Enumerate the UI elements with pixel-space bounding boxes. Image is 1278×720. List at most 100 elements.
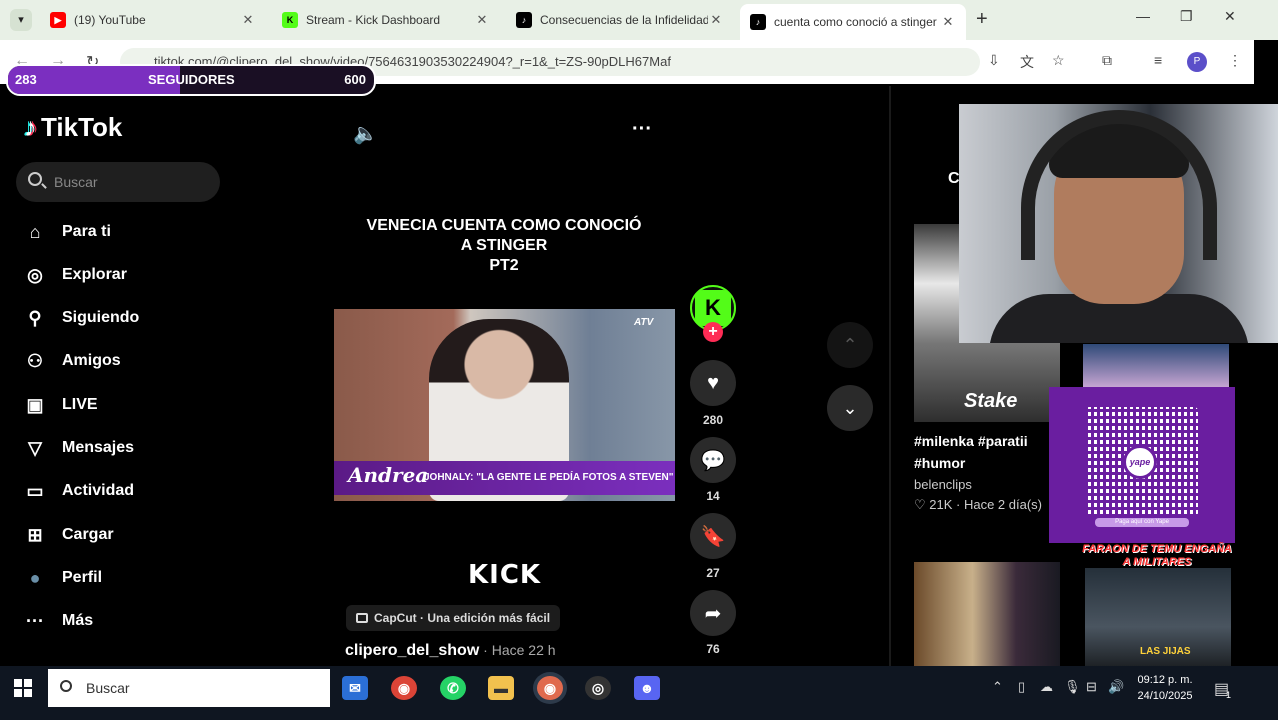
sidebar-item-siguiendo[interactable]: ⚲Siguiendo — [22, 301, 222, 335]
like-button[interactable]: ♥ — [690, 360, 736, 406]
next-video-button[interactable]: ⌄ — [827, 385, 873, 431]
sidebar-item-label: Explorar — [62, 266, 127, 284]
tab-tiktok-infidelidad[interactable]: ♪ Consecuencias de la Infidelidad ✕ — [506, 6, 734, 34]
volume-tray-icon[interactable]: 🔊 — [1108, 679, 1124, 695]
sidebar-item-más[interactable]: ···Más — [22, 604, 222, 638]
notification-count: 1 — [1226, 690, 1231, 700]
microphone-icon[interactable]: 🎙 — [1064, 679, 1081, 695]
close-tab-icon[interactable]: ✕ — [708, 12, 724, 28]
tiktok-search-input[interactable]: Buscar — [16, 162, 220, 202]
comment-count: 14 — [690, 489, 736, 503]
promo-title: FARAON DE TEMU ENGAÑA A MILITARES — [1080, 543, 1234, 569]
tray-app-icon[interactable]: ▯ — [1018, 679, 1025, 695]
extensions-icon[interactable]: ⧉ — [1102, 52, 1112, 69]
chrome-active-icon[interactable]: ◉ — [537, 676, 563, 700]
close-window-icon[interactable]: ✕ — [1224, 8, 1236, 25]
share-button[interactable]: ➦ — [690, 590, 736, 636]
paper-plane-icon: ▽ — [22, 435, 48, 461]
sidebar-item-actividad[interactable]: ▭Actividad — [22, 474, 222, 508]
sidebar-item-label: Actividad — [62, 482, 134, 500]
post-time: · Hace 22 h — [479, 642, 555, 658]
profile-avatar[interactable]: P — [1187, 52, 1207, 72]
feed-thumbnail-room[interactable] — [914, 562, 1060, 666]
taskbar-clock[interactable]: 09:12 p. m. 24/10/2025 — [1130, 672, 1200, 704]
lower-third-caption: JOHNALY: "LA GENTE LE PEDÍA FOTOS A STEV… — [424, 472, 674, 483]
file-explorer-icon[interactable]: ▬ — [488, 676, 514, 700]
tab-youtube[interactable]: ▶ (19) YouTube ✕ — [40, 6, 266, 34]
volume-icon[interactable]: 🔈 — [353, 121, 378, 146]
previous-video-button[interactable]: ⌃ — [827, 322, 873, 368]
install-app-icon[interactable]: ⇩ — [988, 52, 1000, 69]
network-icon[interactable]: ⊟ — [1086, 679, 1097, 695]
tab-title: Stream - Kick Dashboard — [306, 13, 474, 27]
right-feed-header: C — [948, 170, 960, 188]
sidebar-item-label: Amigos — [62, 352, 121, 370]
obs-icon[interactable]: ◎ — [585, 676, 611, 700]
close-tab-icon[interactable]: ✕ — [240, 12, 256, 28]
sidebar-item-perfil[interactable]: ●Perfil — [22, 561, 222, 595]
comment-button[interactable]: 💬 — [690, 437, 736, 483]
video-player[interactable]: ATV Andrea JOHNALY: "LA GENTE LE PEDÍA F… — [334, 309, 675, 501]
tab-title: cuenta como conoció a stinger — [774, 15, 940, 29]
tab-search-button[interactable]: ▾ — [10, 9, 32, 31]
sidebar-item-explorar[interactable]: ◎Explorar — [22, 258, 222, 292]
search-placeholder: Buscar — [54, 174, 98, 190]
video-title-line: A STINGER — [344, 236, 664, 256]
webcam-overlay — [959, 104, 1278, 343]
windows-start-icon[interactable] — [14, 679, 32, 697]
video-author[interactable]: clipero_del_show · Hace 22 h — [345, 642, 556, 660]
close-tab-icon[interactable]: ✕ — [940, 14, 956, 30]
stake-watermark: Stake — [964, 390, 1017, 413]
home-icon: ⌂ — [22, 219, 48, 245]
sidebar-item-cargar[interactable]: ⊞Cargar — [22, 518, 222, 552]
kick-watermark: KICK — [468, 560, 541, 590]
qr-code: yape — [1085, 407, 1198, 517]
more-options-icon[interactable]: ··· — [632, 118, 652, 141]
taskbar-search-placeholder: Buscar — [86, 680, 130, 696]
tab-tiktok-stinger[interactable]: ♪ cuenta como conoció a stinger ✕ — [740, 4, 966, 40]
whatsapp-icon[interactable]: ✆ — [440, 676, 466, 700]
followers-label: SEGUIDORES — [148, 72, 235, 87]
close-tab-icon[interactable]: ✕ — [474, 12, 490, 28]
bookmark-star-icon[interactable]: ☆ — [1052, 52, 1065, 69]
minimize-icon[interactable]: — — [1136, 8, 1150, 24]
yape-pay-label: Paga aquí con Yape — [1095, 518, 1189, 527]
translate-icon[interactable]: 文 — [1020, 52, 1034, 72]
chrome-icon[interactable]: ◉ — [391, 676, 417, 700]
tiktok-logo[interactable]: ♪ TikTok — [24, 112, 122, 143]
tiktok-icon: ♪ — [750, 14, 766, 30]
friends-icon: ⚇ — [22, 348, 48, 374]
new-tab-button[interactable]: + — [976, 8, 988, 31]
follow-plus-button[interactable]: + — [703, 322, 723, 342]
save-button[interactable]: 🔖 — [690, 513, 736, 559]
feed-meta: ♡ 21K · Hace 2 día(s) — [914, 497, 1042, 513]
tab-kick-dashboard[interactable]: K Stream - Kick Dashboard ✕ — [272, 6, 500, 34]
feed-thumbnail-bed[interactable] — [1083, 344, 1229, 388]
search-icon — [60, 680, 72, 692]
sidebar-item-live[interactable]: ▣LIVE — [22, 388, 222, 422]
screen: ▾ ▶ (19) YouTube ✕ K Stream - Kick Dashb… — [0, 0, 1278, 720]
tray-cloud-icon[interactable]: ☁ — [1040, 679, 1053, 695]
live-tv-icon: ▣ — [22, 392, 48, 418]
sidebar-item-amigos[interactable]: ⚇ Amigos — [22, 344, 222, 378]
capcut-icon — [356, 613, 368, 623]
tray-overflow-icon[interactable]: ⌃ — [992, 679, 1003, 695]
sidebar-item-label: Mensajes — [62, 439, 134, 457]
taskbar-search-input[interactable]: Buscar — [48, 669, 330, 707]
media-control-icon[interactable]: ≡ — [1154, 52, 1162, 68]
browser-menu-icon[interactable]: ⋮ — [1228, 52, 1242, 69]
user-follow-icon: ⚲ — [22, 305, 48, 331]
chevron-down-icon: ⌄ — [842, 398, 857, 419]
feed-username[interactable]: belenclips — [914, 477, 972, 492]
video-title-line: PT2 — [344, 256, 664, 276]
discord-icon[interactable]: ☻ — [634, 676, 660, 700]
sidebar-item-para-ti[interactable]: ⌂ Para ti — [22, 215, 222, 249]
restore-icon[interactable]: ❐ — [1180, 8, 1193, 25]
sidebar-item-label: Para ti — [62, 223, 111, 241]
promo-tag: LAS JIJAS — [1140, 646, 1191, 657]
sidebar-item-mensajes[interactable]: ▽ Mensajes — [22, 431, 222, 465]
capcut-badge[interactable]: CapCut · Una edición más fácil — [346, 605, 560, 631]
outlook-icon[interactable]: ✉ — [342, 676, 368, 700]
feed-hashtags[interactable]: #milenka #paratii#humor — [914, 430, 1028, 474]
feed-thumbnail-militares[interactable]: LAS JIJAS — [1085, 568, 1231, 666]
